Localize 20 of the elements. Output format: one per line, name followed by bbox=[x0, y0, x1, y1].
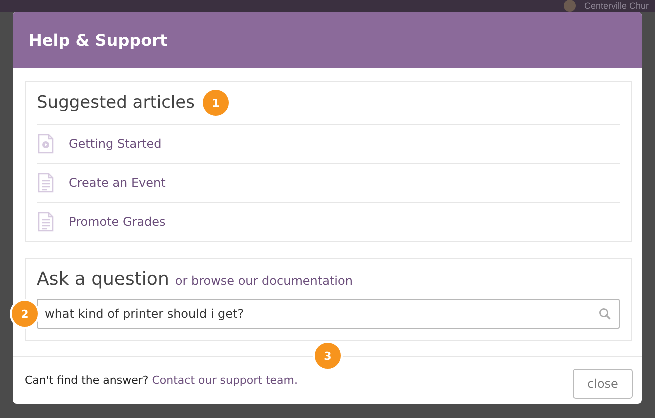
section-heading: Suggested articles bbox=[37, 93, 195, 113]
account-name: Centerville Chur bbox=[584, 0, 649, 12]
search-icon bbox=[599, 308, 611, 320]
avatar-circle bbox=[564, 0, 576, 12]
search-field[interactable]: what kind of printer should i get? bbox=[37, 299, 620, 329]
document-icon bbox=[38, 212, 54, 232]
footer-text: Can't find the answer? Contact our support team. bbox=[25, 374, 298, 387]
article-link[interactable]: Promote Grades bbox=[69, 215, 166, 229]
step-badge: 1 bbox=[202, 90, 229, 116]
close-button[interactable]: close bbox=[573, 368, 633, 398]
documentation-link[interactable]: or browse our documentation bbox=[175, 274, 353, 288]
section-heading: Ask a question bbox=[37, 269, 170, 290]
step-badge: 3 bbox=[313, 341, 343, 371]
document-icon bbox=[38, 173, 54, 193]
dialog-title: Help & Support bbox=[29, 30, 168, 50]
step-badge: 2 bbox=[10, 299, 40, 329]
support-link[interactable]: Contact our support team. bbox=[152, 374, 298, 387]
article-link[interactable]: Create an Event bbox=[69, 176, 166, 190]
article-link[interactable]: Getting Started bbox=[69, 137, 162, 151]
video-file-icon bbox=[38, 134, 54, 154]
